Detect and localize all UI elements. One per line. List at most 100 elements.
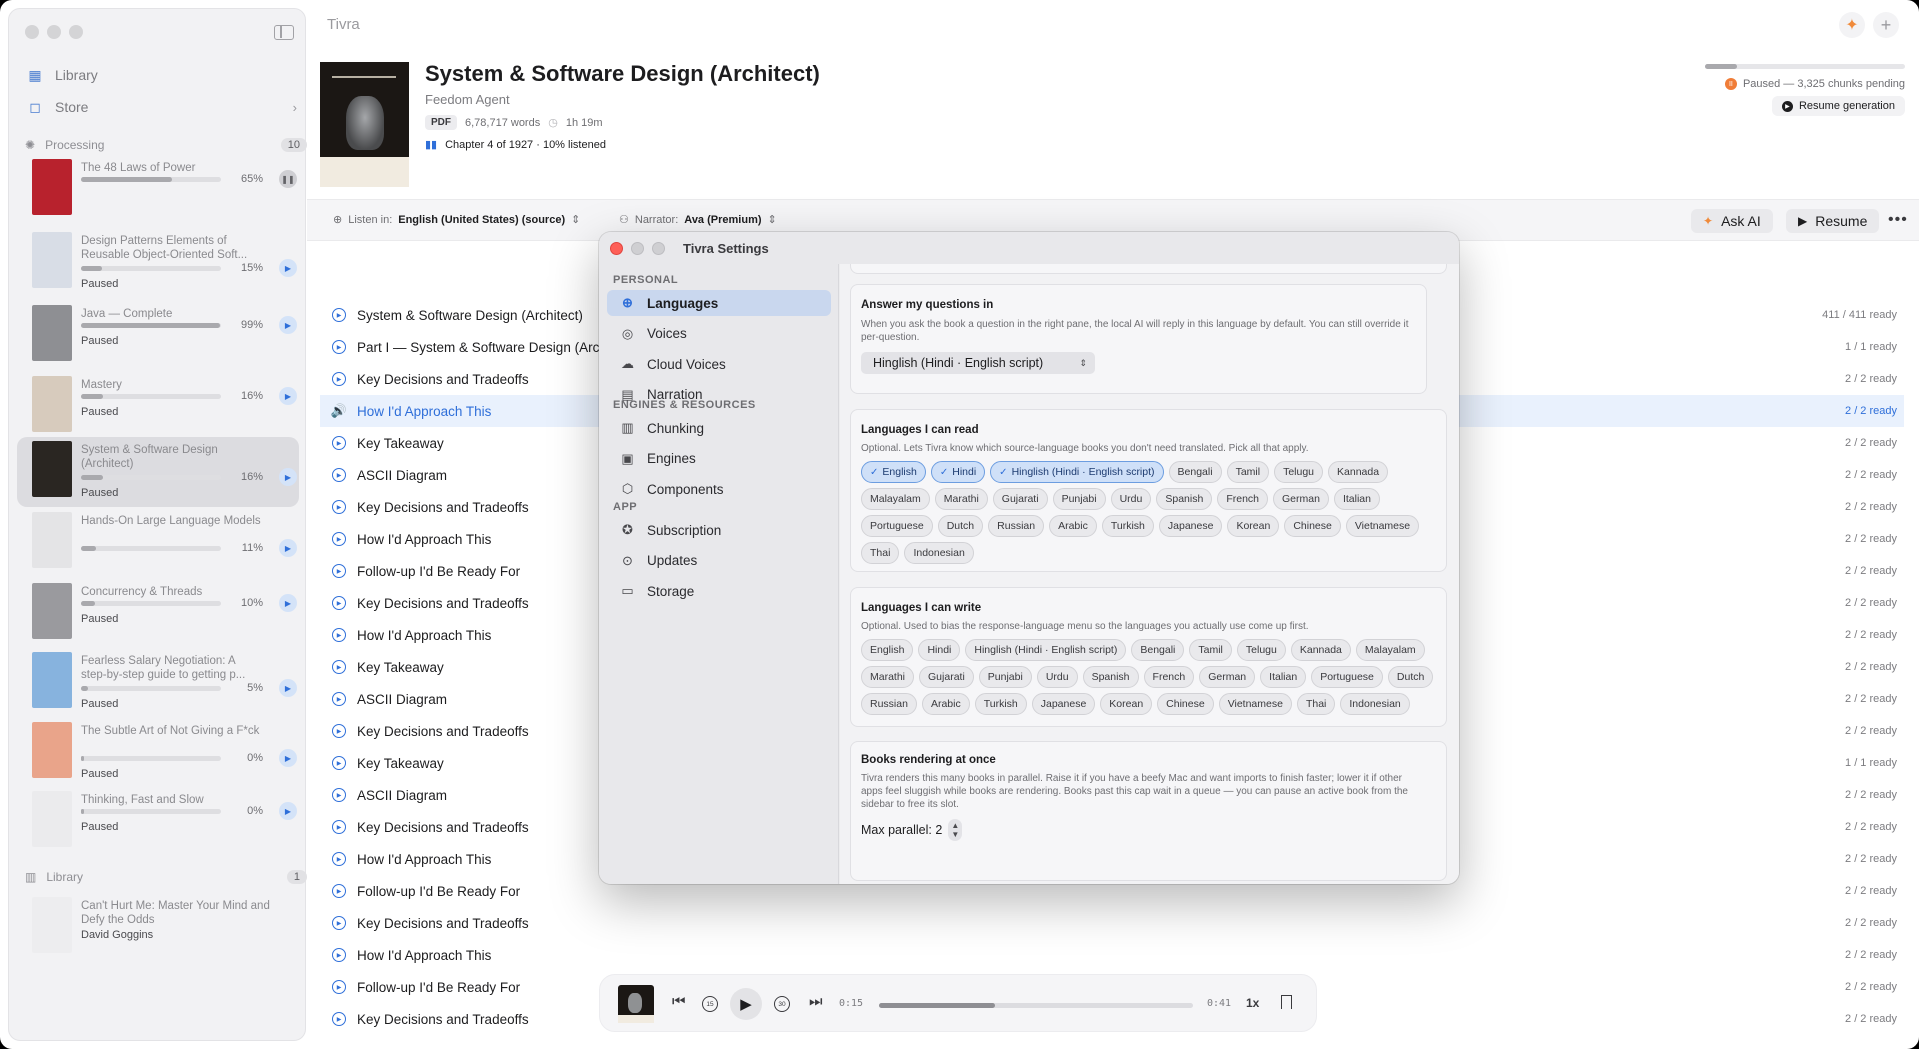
language-chip[interactable]: Russian xyxy=(861,693,917,715)
more-options-icon[interactable]: ••• xyxy=(1888,211,1908,229)
settings-item-updates[interactable]: ⊙ Updates xyxy=(607,548,831,574)
play-circle-icon[interactable]: ▶ xyxy=(332,820,346,834)
language-chip[interactable]: Spanish xyxy=(1082,666,1139,688)
add-icon[interactable]: + xyxy=(1873,12,1899,38)
settings-item-voices[interactable]: ◎ Voices xyxy=(607,321,831,347)
skip-forward-icon[interactable]: 30 xyxy=(774,996,790,1012)
language-chip[interactable]: Malayalam xyxy=(1355,639,1425,661)
play-circle-icon[interactable]: ▶ xyxy=(332,1012,346,1026)
processing-book-item[interactable]: The Subtle Art of Not Giving a F*ck 0% Pau… xyxy=(17,718,299,784)
language-chip[interactable]: ✓ English xyxy=(861,461,926,483)
settings-item-subscription[interactable]: ✪ Subscription xyxy=(607,517,831,543)
stepper-down-icon[interactable]: ▼ xyxy=(951,830,959,839)
library-section-header[interactable]: ▥ Library 1 xyxy=(25,870,307,884)
play-circle-icon[interactable]: ▶ xyxy=(332,372,346,386)
language-chip[interactable]: German xyxy=(1273,488,1329,510)
language-chip[interactable]: Korean xyxy=(1227,515,1280,537)
library-book-item[interactable]: Can't Hurt Me: Master Your Mind and Defy… xyxy=(17,893,299,955)
play-circle-icon[interactable]: ▶ xyxy=(332,436,346,450)
play-icon[interactable]: ▶ xyxy=(279,387,297,405)
next-track-icon[interactable]: ⏭ xyxy=(809,993,823,1010)
language-chip[interactable]: Turkish xyxy=(1101,515,1154,537)
processing-book-item[interactable]: Fearless Salary Negotiation: A step-by-s… xyxy=(17,648,299,714)
processing-book-item[interactable]: Hands-On Large Language Models 11% ▶ xyxy=(17,508,299,574)
answer-language-select[interactable]: Hinglish (Hindi · English script) ⇕ xyxy=(861,352,1095,374)
play-icon[interactable]: ▶ xyxy=(279,679,297,697)
play-icon[interactable]: ▶ xyxy=(279,539,297,557)
play-circle-icon[interactable]: ▶ xyxy=(332,852,346,866)
language-chip[interactable]: Punjabi xyxy=(978,666,1032,688)
language-chip[interactable]: Hindi xyxy=(918,639,961,661)
language-chip[interactable]: Urdu xyxy=(1036,666,1078,688)
language-chip[interactable]: Marathi xyxy=(934,488,988,510)
language-chip[interactable]: Turkish xyxy=(974,693,1027,715)
language-chip[interactable]: German xyxy=(1199,666,1256,688)
play-circle-icon[interactable]: ▶ xyxy=(332,596,346,610)
language-chip[interactable]: Hinglish (Hindi · English script) xyxy=(965,639,1127,661)
sidebar-item-library[interactable]: ▦ Library xyxy=(27,67,297,84)
sparkle-icon[interactable]: ✦ xyxy=(1839,12,1865,38)
play-icon[interactable]: ▶ xyxy=(279,749,297,767)
zoom-window-button[interactable] xyxy=(69,25,83,39)
playback-scrubber[interactable] xyxy=(879,1003,1193,1008)
play-circle-icon[interactable]: ▶ xyxy=(332,340,346,354)
language-chip[interactable]: Indonesian xyxy=(904,542,974,564)
sidebar-item-store[interactable]: ◻ Store › xyxy=(27,99,297,116)
play-icon[interactable]: ▶ xyxy=(279,259,297,277)
play-icon[interactable]: ▶ xyxy=(279,594,297,612)
zoom-settings-button[interactable] xyxy=(652,242,665,255)
previous-track-icon[interactable]: ⏮ xyxy=(672,993,686,1010)
language-chip[interactable]: Gujarati xyxy=(919,666,974,688)
ask-ai-button[interactable]: ✦ Ask AI xyxy=(1691,209,1773,233)
processing-book-item[interactable]: The 48 Laws of Power 65% ❚❚ xyxy=(17,155,299,221)
language-chip[interactable]: Urdu xyxy=(1110,488,1152,510)
stepper-up-icon[interactable]: ▲ xyxy=(951,821,959,830)
language-chip[interactable]: Japanese xyxy=(1031,693,1096,715)
language-chip[interactable]: Thai xyxy=(861,542,900,564)
language-chip[interactable]: Kannada xyxy=(1328,461,1389,483)
play-circle-icon[interactable]: ▶ xyxy=(332,724,346,738)
language-chip[interactable]: French xyxy=(1217,488,1268,510)
language-chip[interactable]: Dutch xyxy=(937,515,984,537)
chapter-row[interactable]: ▶ Key Decisions and Tradeoffs 2 / 2 ready xyxy=(320,907,1904,939)
language-chip[interactable]: Italian xyxy=(1333,488,1380,510)
play-icon[interactable]: ▶ xyxy=(279,802,297,820)
settings-item-storage[interactable]: ▭ Storage xyxy=(607,578,831,604)
settings-item-chunking[interactable]: ▥ Chunking xyxy=(607,415,831,441)
language-chip[interactable]: Vietnamese xyxy=(1218,693,1292,715)
language-chip[interactable]: Punjabi xyxy=(1052,488,1106,510)
language-chip[interactable]: Kannada xyxy=(1290,639,1351,661)
bookmark-icon[interactable] xyxy=(1281,995,1292,1009)
language-chip[interactable]: Telugu xyxy=(1236,639,1286,661)
processing-book-item[interactable]: System & Software Design (Architect) 16% P… xyxy=(17,437,299,507)
language-chip[interactable]: ✓ Hindi xyxy=(930,461,986,483)
language-chip[interactable]: Portuguese xyxy=(1311,666,1383,688)
language-chip[interactable]: Vietnamese xyxy=(1345,515,1420,537)
settings-item-cloud-voices[interactable]: ☁ Cloud Voices xyxy=(607,351,831,377)
language-chip[interactable]: Japanese xyxy=(1158,515,1223,537)
playback-rate-button[interactable]: 1x xyxy=(1246,996,1259,1010)
settings-item-engines[interactable]: ▣ Engines xyxy=(607,446,831,472)
language-chip[interactable]: French xyxy=(1143,666,1195,688)
resume-button[interactable]: ▶ Resume xyxy=(1786,209,1880,233)
settings-item-languages[interactable]: ⊕ Languages xyxy=(607,290,831,316)
narrator-select[interactable]: ⚇ Narrator: Ava (Premium) ⇕ xyxy=(619,213,777,227)
play-circle-icon[interactable]: ▶ xyxy=(332,756,346,770)
skip-back-icon[interactable]: 15 xyxy=(702,996,718,1012)
listen-language-select[interactable]: ⊕ Listen in: English (United States) (so… xyxy=(333,213,580,227)
processing-book-item[interactable]: Concurrency & Threads 10% Paused ▶ xyxy=(17,579,299,645)
play-circle-icon[interactable]: ▶ xyxy=(332,308,346,322)
language-chip[interactable]: Arabic xyxy=(921,693,970,715)
minimize-settings-button[interactable] xyxy=(631,242,644,255)
resume-generation-button[interactable]: ▶ Resume generation xyxy=(1771,96,1905,116)
language-chip[interactable]: Malayalam xyxy=(861,488,930,510)
close-settings-button[interactable] xyxy=(610,242,623,255)
stepper-control[interactable]: ▲ ▼ xyxy=(948,819,963,841)
play-circle-icon[interactable]: ▶ xyxy=(332,916,346,930)
language-chip[interactable]: Tamil xyxy=(1226,461,1270,483)
processing-section-header[interactable]: ✺ Processing 10 xyxy=(25,138,307,152)
play-circle-icon[interactable]: ▶ xyxy=(332,532,346,546)
language-chip[interactable]: Telugu xyxy=(1274,461,1324,483)
language-chip[interactable]: Arabic xyxy=(1049,515,1097,537)
minimize-window-button[interactable] xyxy=(47,25,61,39)
